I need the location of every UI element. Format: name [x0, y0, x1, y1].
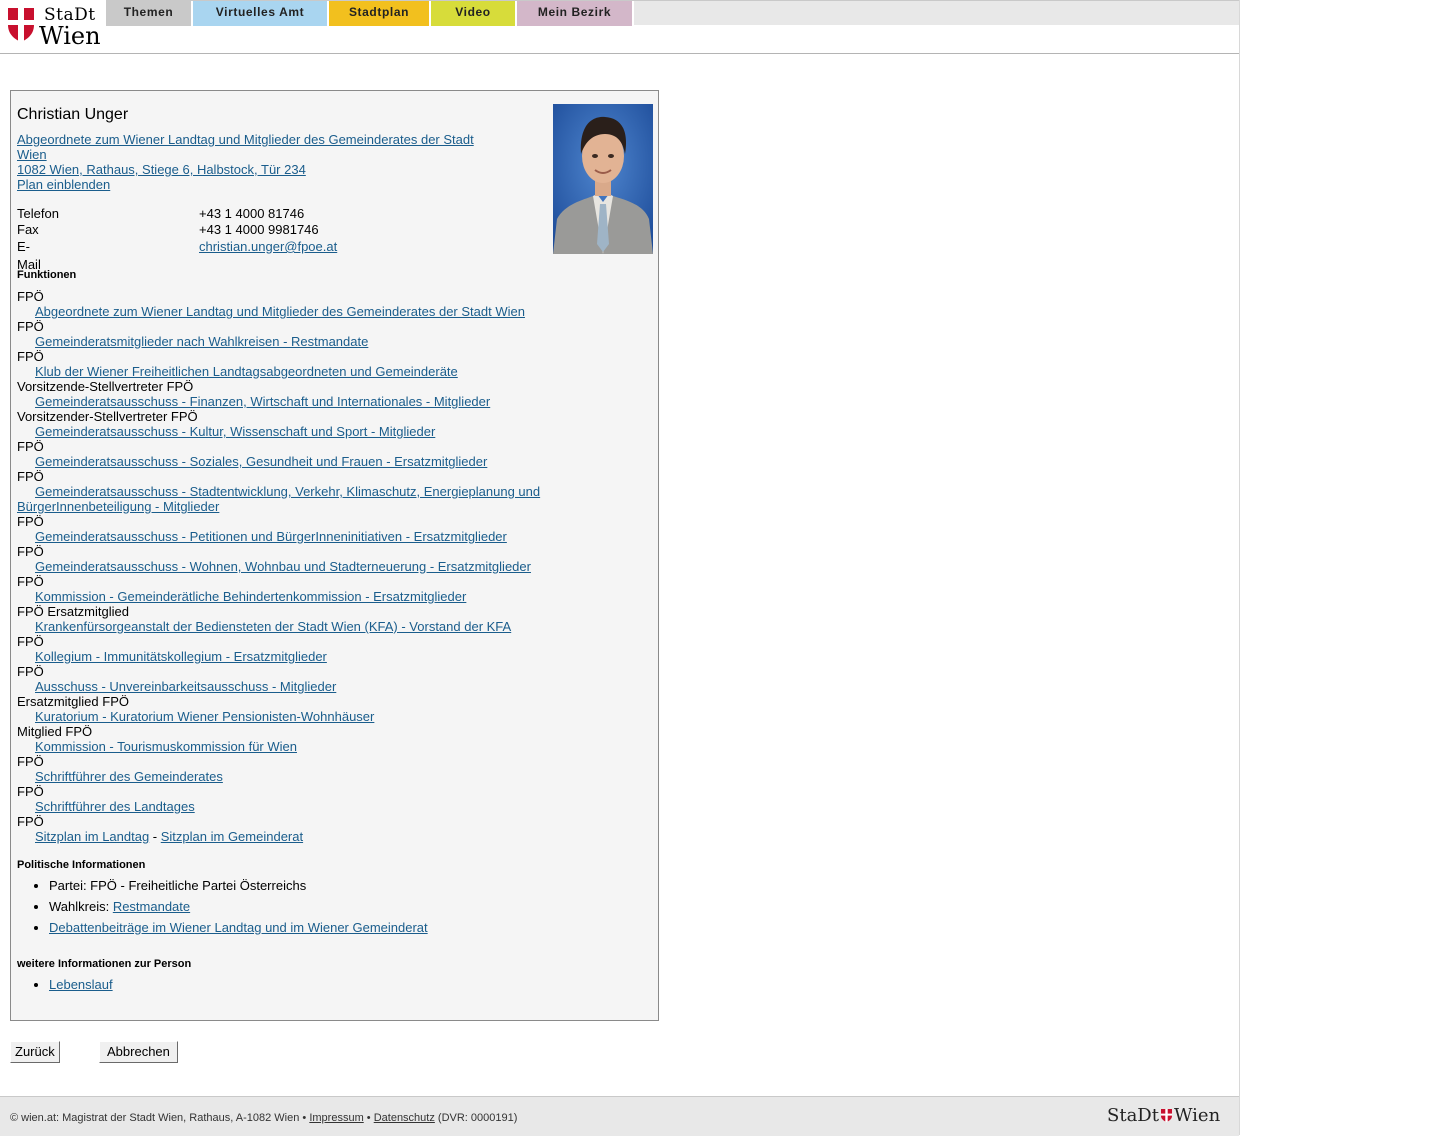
- fax-value: +43 1 4000 9981746: [199, 222, 319, 237]
- function-link[interactable]: Gemeinderatsausschuss - Finanzen, Wirtsc…: [17, 394, 577, 409]
- section-heading-politisch: Politische Informationen: [17, 859, 146, 871]
- footer-text: © wien.at: Magistrat der Stadt Wien, Rat…: [10, 1112, 517, 1124]
- function-role: FPÖ: [17, 634, 44, 649]
- function-link[interactable]: Kommission - Gemeinderätliche Behinderte…: [17, 589, 577, 604]
- functions-list: FPÖ Abgeordnete zum Wiener Landtag und M…: [17, 289, 577, 844]
- section-heading-weitere: weitere Informationen zur Person: [17, 958, 192, 970]
- lebenslauf-item: Lebenslauf: [49, 977, 113, 992]
- nav-tab-stadtplan[interactable]: Stadtplan: [329, 1, 431, 26]
- impressum-link[interactable]: Impressum: [309, 1112, 363, 1124]
- function-role: FPÖ: [17, 319, 44, 334]
- show-map-link[interactable]: Plan einblenden: [17, 177, 487, 192]
- further-info-list: Lebenslauf: [31, 977, 113, 998]
- function-role: FPÖ: [17, 784, 44, 799]
- function-role: FPÖ: [17, 439, 44, 454]
- nav-tab-virtuelles-amt[interactable]: Virtuelles Amt: [193, 1, 329, 26]
- function-link[interactable]: Gemeinderatsausschuss - Kultur, Wissensc…: [17, 424, 577, 439]
- function-role: FPÖ: [17, 349, 44, 364]
- debatten-link[interactable]: Debattenbeiträge im Wiener Landtag und i…: [49, 920, 428, 935]
- logo-line2: Wien: [39, 22, 101, 50]
- seating-plan-gemeinderat-link[interactable]: Sitzplan im Gemeinderat: [161, 829, 303, 844]
- person-name: Christian Unger: [17, 106, 129, 123]
- seating-role: FPÖ: [17, 814, 44, 829]
- wahlkreis-label: Wahlkreis:: [49, 899, 113, 914]
- wien-shield-icon: [1160, 1109, 1172, 1122]
- wahlkreis-link[interactable]: Restmandate: [113, 899, 190, 914]
- stadt-wien-logo[interactable]: StaDt Wien: [6, 4, 102, 50]
- email-link[interactable]: christian.unger@fpoe.at: [199, 238, 337, 256]
- right-blank-area: [1240, 0, 1440, 1135]
- political-info-list: Partei: FPÖ - Freiheitliche Partei Öster…: [31, 878, 428, 941]
- back-button[interactable]: Zurück: [10, 1041, 60, 1063]
- datenschutz-link[interactable]: Datenschutz: [374, 1112, 435, 1124]
- phone-value: +43 1 4000 81746: [199, 206, 305, 221]
- function-role: FPÖ: [17, 754, 44, 769]
- contact-label: Telefon: [17, 206, 59, 221]
- seating-plan-landtag-link[interactable]: Sitzplan im Landtag: [35, 829, 149, 844]
- footer-logo-line2: Wien: [1173, 1105, 1221, 1126]
- nav-tab-mein-bezirk[interactable]: Mein Bezirk: [517, 1, 634, 26]
- debatten-item: Debattenbeiträge im Wiener Landtag und i…: [49, 920, 428, 935]
- function-role: FPÖ: [17, 514, 44, 529]
- cancel-button[interactable]: Abbrechen: [99, 1041, 178, 1063]
- function-role: Mitglied FPÖ: [17, 724, 93, 739]
- party-text: Partei: FPÖ - Freiheitliche Partei Öster…: [49, 878, 307, 893]
- function-link[interactable]: Gemeinderatsmitglieder nach Wahlkreisen …: [17, 334, 577, 349]
- function-role: FPÖ Ersatzmitglied: [17, 604, 129, 619]
- wahlkreis-item: Wahlkreis: Restmandate: [49, 899, 428, 914]
- function-link[interactable]: Ausschuss - Unvereinbarkeitsausschuss - …: [17, 679, 577, 694]
- function-role: FPÖ: [17, 544, 44, 559]
- page: StaDt Wien Themen Virtuelles Amt Stadtpl…: [0, 0, 1240, 1136]
- function-role: FPÖ: [17, 574, 44, 589]
- footer-copyright: © wien.at: Magistrat der Stadt Wien, Rat…: [10, 1112, 300, 1124]
- person-title-link[interactable]: Abgeordnete zum Wiener Landtag und Mitgl…: [17, 132, 487, 162]
- function-link[interactable]: Kuratorium - Kuratorium Wiener Pensionis…: [17, 709, 577, 724]
- function-role: Ersatzmitglied FPÖ: [17, 694, 129, 709]
- seating-separator: -: [149, 829, 161, 844]
- lebenslauf-link[interactable]: Lebenslauf: [49, 977, 113, 992]
- function-link[interactable]: Gemeinderatsausschuss - Stadtentwicklung…: [17, 484, 577, 514]
- function-link[interactable]: Krankenfürsorgeanstalt der Bediensteten …: [17, 619, 577, 634]
- function-link[interactable]: Kommission - Tourismuskommission für Wie…: [17, 739, 577, 754]
- footer-bullet: •: [299, 1112, 310, 1124]
- footer-logo-line1: StaDt: [1107, 1105, 1159, 1126]
- function-role: FPÖ: [17, 469, 44, 484]
- function-link[interactable]: Kollegium - Immunitätskollegium - Ersatz…: [17, 649, 577, 664]
- nav-tab-video[interactable]: Video: [431, 1, 517, 26]
- function-role: FPÖ: [17, 289, 44, 304]
- header: StaDt Wien Themen Virtuelles Amt Stadtpl…: [0, 0, 1239, 54]
- wien-shield-icon: [8, 8, 34, 42]
- nav-tab-themen[interactable]: Themen: [106, 1, 193, 26]
- section-heading-funktionen: Funktionen: [17, 269, 77, 281]
- function-role: Vorsitzender-Stellvertreter FPÖ: [17, 409, 198, 424]
- person-address-block: Abgeordnete zum Wiener Landtag und Mitgl…: [17, 132, 487, 192]
- function-role: FPÖ: [17, 664, 44, 679]
- footer-dvr: (DVR: 0000191): [434, 1112, 518, 1124]
- function-link[interactable]: Gemeinderatsausschuss - Soziales, Gesund…: [17, 454, 577, 469]
- person-photo: [553, 104, 653, 254]
- contact-label: Fax: [17, 222, 39, 237]
- footer: © wien.at: Magistrat der Stadt Wien, Rat…: [0, 1096, 1239, 1136]
- seating-links: Sitzplan im Landtag - Sitzplan im Gemein…: [17, 829, 577, 844]
- person-address-link[interactable]: 1082 Wien, Rathaus, Stiege 6, Halbstock,…: [17, 162, 487, 177]
- party-item: Partei: FPÖ - Freiheitliche Partei Öster…: [49, 878, 428, 893]
- function-link[interactable]: Gemeinderatsausschuss - Wohnen, Wohnbau …: [17, 559, 577, 574]
- function-link[interactable]: Schriftführer des Gemeinderates: [17, 769, 577, 784]
- function-link[interactable]: Schriftführer des Landtages: [17, 799, 577, 814]
- main-navigation: Themen Virtuelles Amt Stadtplan Video Me…: [106, 0, 1239, 26]
- person-detail-panel: Christian Unger Abgeordnete zum Wiener L…: [10, 90, 659, 1021]
- function-role: Vorsitzende-Stellvertreter FPÖ: [17, 379, 194, 394]
- footer-bullet: •: [363, 1112, 374, 1124]
- function-link[interactable]: Abgeordnete zum Wiener Landtag und Mitgl…: [17, 304, 577, 319]
- footer-logo[interactable]: StaDt Wien: [1107, 1105, 1220, 1126]
- function-link[interactable]: Klub der Wiener Freiheitlichen Landtagsa…: [17, 364, 577, 379]
- function-link[interactable]: Gemeinderatsausschuss - Petitionen und B…: [17, 529, 577, 544]
